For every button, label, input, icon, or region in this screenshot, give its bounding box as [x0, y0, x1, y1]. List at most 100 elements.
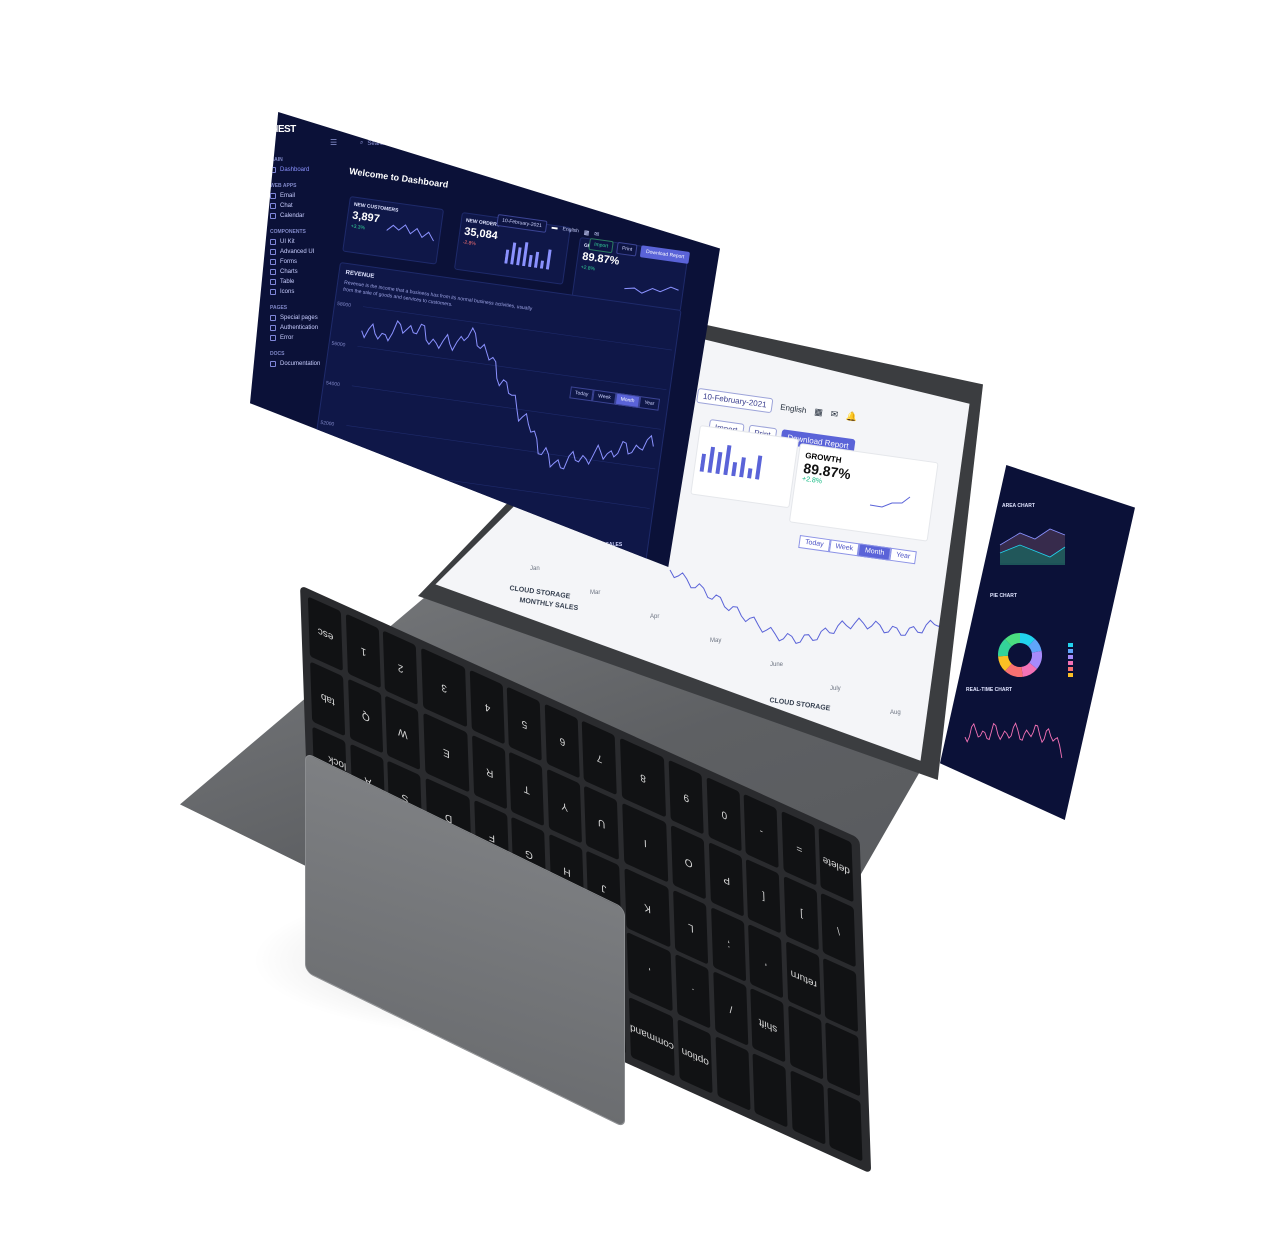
key[interactable]: 7 [582, 720, 618, 796]
sidebar-section-title: COMPONENTS [270, 229, 306, 235]
key[interactable]: ; [711, 906, 746, 982]
menu-toggle-icon[interactable]: ☰ [330, 138, 337, 147]
bar [545, 249, 552, 270]
sidebar-item[interactable]: Special pages [270, 315, 340, 321]
key[interactable]: 9 [669, 760, 704, 835]
key[interactable] [715, 1036, 751, 1112]
y-tick-label: 58000 [337, 301, 352, 309]
dark-search[interactable]: ⌕ Search here... [360, 140, 405, 147]
sidebar-section-title: WEB APPS [270, 183, 297, 189]
sidebar-item[interactable]: Forms [270, 259, 340, 265]
legend-swatch [1068, 649, 1073, 653]
x-tick-label: Jan [335, 511, 344, 518]
key[interactable]: L [673, 889, 709, 965]
sidebar-item[interactable]: Charts [270, 269, 340, 275]
advanced-ui-icon [270, 249, 276, 255]
sidebar-item[interactable]: Calendar [270, 213, 340, 219]
key[interactable]: delete [819, 828, 854, 903]
key[interactable]: \ [821, 893, 857, 968]
light-x-tick-label: Jan [530, 566, 540, 572]
key[interactable]: P [708, 841, 744, 917]
charts-icon [270, 269, 276, 275]
key[interactable]: [ [746, 858, 782, 934]
key[interactable]: 4 [469, 669, 505, 745]
sidebar-item-label: Authentication [280, 325, 319, 331]
sidebar-item[interactable]: Icons [270, 289, 340, 295]
sidebar-item[interactable]: Dashboard [270, 167, 340, 173]
key[interactable]: esc [308, 596, 343, 672]
key[interactable]: U [584, 785, 620, 861]
key[interactable]: ' [748, 923, 784, 999]
grid-line [351, 385, 661, 430]
key[interactable]: 1 [345, 613, 381, 689]
legend-swatch [1068, 643, 1073, 647]
key[interactable] [753, 1053, 788, 1129]
calendar-icon [270, 213, 276, 219]
bar [522, 242, 529, 267]
search-icon: ⌕ [360, 140, 364, 146]
bar [504, 249, 510, 264]
key[interactable]: 2 [383, 630, 419, 706]
sidebar-item-label: UI Kit [280, 239, 295, 245]
key[interactable]: R [472, 734, 507, 810]
key[interactable]: 0 [706, 777, 742, 852]
light-x-tick-label: Apr [650, 614, 659, 620]
key[interactable]: O [671, 824, 706, 900]
key[interactable]: tab [310, 661, 346, 737]
key[interactable]: 6 [545, 703, 580, 779]
mobile-charts [964, 528, 1066, 758]
key[interactable]: = [781, 811, 817, 886]
qr-icon[interactable]: ▦ [583, 229, 590, 237]
sidebar-item-label: Chat [280, 203, 293, 209]
x-tick-label: Mar [383, 518, 393, 525]
key[interactable]: W [385, 695, 421, 771]
x-tick-label: Apr [431, 524, 440, 531]
realtime-series [964, 722, 1063, 758]
search-input[interactable]: Search here... [367, 141, 405, 147]
key[interactable]: T [509, 751, 545, 827]
legend-swatch [1068, 661, 1073, 665]
orders-bar-chart [504, 242, 552, 270]
key[interactable]: option [677, 1019, 713, 1095]
y-tick-label: 52000 [320, 420, 335, 428]
mobile-dashboard: AREA CHART PIE CHART REAL-TIME CHART [940, 465, 1135, 820]
legend-swatch [1068, 655, 1073, 659]
key[interactable]: . [675, 954, 711, 1030]
key[interactable]: - [744, 794, 779, 869]
key[interactable]: ] [784, 876, 819, 951]
sidebar-item-label: Documentation [280, 361, 321, 367]
sidebar-item[interactable]: Email [270, 193, 340, 199]
key[interactable]: 5 [507, 686, 543, 762]
sidebar-item-label: Table [280, 279, 295, 285]
key[interactable] [790, 1070, 826, 1146]
ui-kit-icon [270, 239, 276, 245]
bar [516, 247, 522, 266]
sidebar-item[interactable]: Advanced UI [270, 249, 340, 255]
sidebar-item[interactable]: Table [270, 279, 340, 285]
y-tick-label: 50000 [314, 459, 329, 467]
key[interactable] [828, 1087, 863, 1163]
icons-icon [270, 289, 276, 295]
key[interactable]: Y [547, 768, 582, 844]
key[interactable]: Q [348, 678, 383, 754]
key[interactable]: shift [750, 988, 786, 1064]
key[interactable] [788, 1005, 824, 1081]
key[interactable]: return [786, 940, 821, 1016]
sidebar-item-label: Special pages [280, 315, 318, 321]
key[interactable] [823, 957, 859, 1033]
sidebar-item[interactable]: Chat [270, 203, 340, 209]
sidebar-item[interactable]: UI Kit [270, 239, 340, 245]
mail-icon[interactable]: ✉ [594, 230, 600, 238]
sidebar-item-label: Calendar [280, 213, 305, 219]
sidebar-section-title: MAIN [270, 157, 283, 163]
language-selector[interactable]: English [562, 226, 579, 234]
light-x-tick-label: Mar [590, 590, 600, 596]
legend-swatch [1068, 667, 1073, 671]
bar [510, 242, 517, 265]
key[interactable] [826, 1022, 861, 1098]
pie-legend [1068, 643, 1073, 677]
mest-logo[interactable]: MEST [270, 124, 340, 135]
pie-legend-item [1068, 655, 1073, 659]
y-tick-label: 54000 [326, 380, 341, 388]
key[interactable]: / [713, 971, 748, 1047]
